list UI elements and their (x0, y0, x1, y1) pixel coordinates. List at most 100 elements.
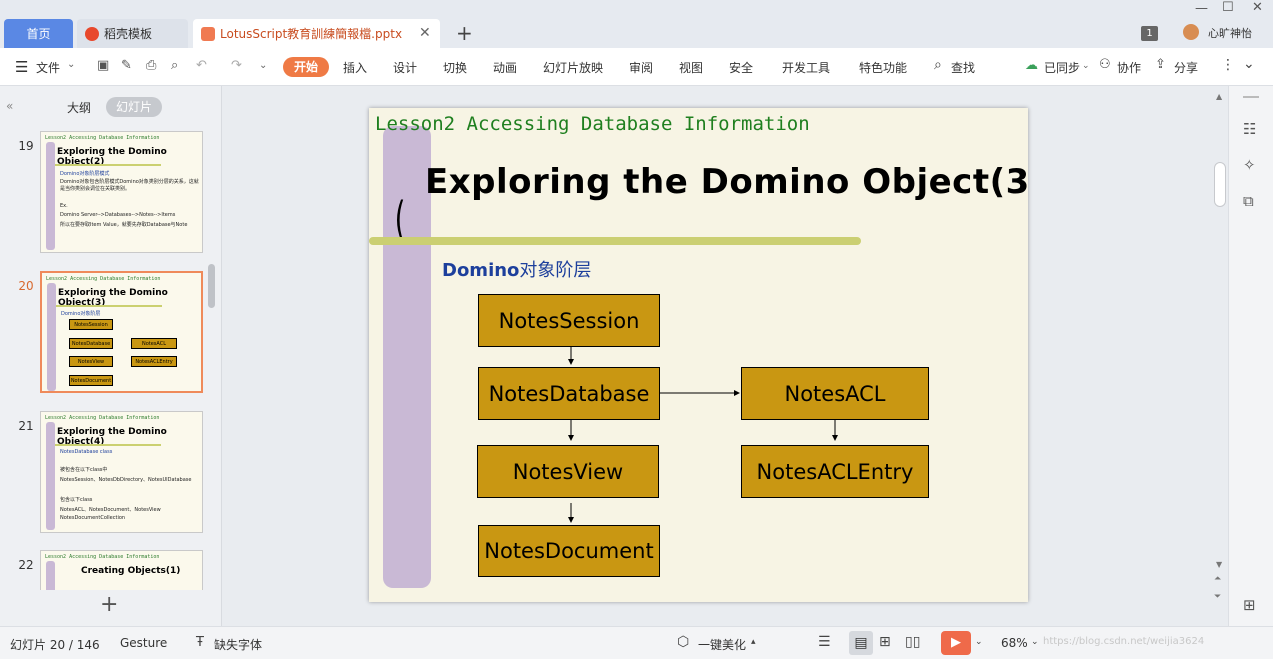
zoom-level[interactable]: 68% (1001, 636, 1028, 650)
format-painter-icon[interactable]: ✎ (121, 58, 132, 73)
thumb-number: 22 (18, 558, 34, 572)
gesture-button[interactable]: Gesture (120, 636, 167, 650)
right-toolbar: ☷ ✧ ⧉ ⊞ (1228, 86, 1273, 626)
thumb-text: 被包含在以下class中 (60, 467, 108, 473)
close-window-icon[interactable]: ✕ (1252, 0, 1263, 15)
collab-button[interactable]: 协作 (1117, 59, 1141, 76)
more-chevron-icon[interactable]: ⌄ (259, 60, 267, 71)
panel-scrollbar[interactable] (208, 264, 215, 308)
apps-grid-icon[interactable]: ⊞ (1243, 596, 1256, 614)
copy-icon[interactable]: ⧉ (1243, 192, 1254, 210)
file-menu[interactable]: 文件 (36, 59, 60, 76)
tab-view[interactable]: 视图 (679, 59, 703, 76)
window-count-badge[interactable]: 1 (1141, 26, 1158, 41)
tab-security[interactable]: 安全 (729, 59, 753, 76)
box-notes-acl: NotesACL (741, 367, 929, 420)
search-icon[interactable]: ⌕ (934, 57, 942, 73)
thumb-lesson: Lesson2 Accessing Database Information (45, 554, 160, 560)
play-chevron-icon[interactable]: ⌄ (975, 637, 983, 647)
sync-status[interactable]: 已同步 (1044, 59, 1080, 76)
slide-thumbnail-19[interactable]: Lesson2 Accessing Database Information E… (40, 131, 203, 253)
beautify-button[interactable]: 一键美化 (698, 636, 746, 653)
slide-thumbnail-21[interactable]: Lesson2 Accessing Database Information E… (40, 411, 203, 533)
tab-review[interactable]: 审阅 (629, 59, 653, 76)
outline-tab[interactable]: 大纲 (67, 99, 91, 116)
minimize-icon[interactable]: — (1195, 1, 1208, 16)
scroll-down-icon[interactable]: ▼ (1216, 560, 1222, 569)
zoom-chevron-icon[interactable]: ⌄ (1031, 637, 1039, 647)
search-button[interactable]: 查找 (951, 59, 975, 76)
reading-view-icon[interactable]: ▯▯ (905, 634, 920, 650)
tab-document[interactable]: LotusScript教育訓練簡報檔.pptx ✕ (193, 19, 440, 48)
normal-view-icon[interactable]: ▤ (849, 631, 873, 655)
thumb-lesson: Lesson2 Accessing Database Information (45, 135, 160, 141)
slide-counter: 幻灯片 20 / 146 (10, 638, 100, 652)
current-slide[interactable]: Lesson2 Accessing Database Information (… (369, 108, 1028, 602)
title-bar: 首页 稻壳模板 LotusScript教育訓練簡報檔.pptx ✕ + 1 心旷… (0, 0, 1273, 48)
box-notes-document: NotesDocument (478, 525, 660, 577)
save-icon[interactable]: ▣ (97, 58, 109, 73)
tab-transition[interactable]: 切换 (443, 59, 467, 76)
canvas-scrollbar[interactable] (1214, 162, 1226, 207)
tab-start[interactable]: 开始 (283, 57, 329, 77)
slide-thumbnail-22[interactable]: Lesson2 Accessing Database Information C… (40, 550, 203, 590)
add-slide-icon[interactable]: + (100, 592, 118, 617)
thumb-stripe (47, 283, 56, 391)
box-notes-database: NotesDatabase (478, 367, 660, 420)
undo-icon[interactable]: ↶ (196, 58, 207, 73)
properties-icon[interactable]: ☷ (1243, 120, 1256, 138)
beautify-icon: ⬡ (677, 634, 690, 650)
print-icon[interactable]: ⎙ (146, 58, 156, 73)
close-tab-icon[interactable]: ✕ (419, 25, 431, 41)
thumb-text: NotesDocumentCollection (60, 515, 126, 521)
box-notes-view: NotesView (477, 445, 659, 498)
more-icon[interactable]: ⋮ (1221, 57, 1235, 73)
user-name[interactable]: 心旷神怡 (1208, 25, 1252, 41)
missing-font-button[interactable]: 缺失字体 (214, 636, 262, 653)
maximize-icon[interactable]: ☐ (1222, 0, 1234, 15)
redo-icon[interactable]: ↷ (231, 58, 242, 73)
chevron-down-icon[interactable]: ⌄ (67, 59, 75, 70)
thumb-line (55, 444, 161, 446)
new-tab-icon[interactable]: + (456, 21, 473, 45)
watermark-text: https://blog.csdn.net/weijia3624 (1043, 636, 1205, 647)
tab-home[interactable]: 首页 (4, 19, 73, 48)
tab-design[interactable]: 设计 (393, 59, 417, 76)
print-preview-icon[interactable]: ⌕ (171, 58, 178, 73)
tab-features[interactable]: 特色功能 (859, 59, 907, 76)
slide-thumbnail-20[interactable]: Lesson2 Accessing Database Information E… (40, 271, 203, 393)
tab-slideshow[interactable]: 幻灯片放映 (543, 59, 603, 76)
share-icon: ⇪ (1155, 57, 1166, 72)
pptx-icon (201, 26, 215, 41)
thumb-subtitle: Domino对象阶层 (61, 311, 101, 317)
thumb-text: 包含以下class (60, 497, 93, 503)
slides-tab[interactable]: 幻灯片 (106, 97, 162, 117)
next-slide-icon[interactable]: ⏷ (1214, 592, 1221, 602)
sync-chevron-icon[interactable]: ⌄ (1082, 61, 1090, 71)
avatar[interactable] (1183, 24, 1199, 40)
play-slideshow-button[interactable]: ▶ (941, 631, 971, 655)
tab-home-label: 首页 (26, 27, 51, 41)
scroll-up-icon[interactable]: ▲ (1216, 92, 1222, 101)
thumb-text: 所以在要存取Item Value，就要先存取Database与Note (60, 222, 188, 228)
tab-developer[interactable]: 开发工具 (782, 59, 830, 76)
menu-bar: ☰ 文件 ⌄ ▣ ✎ ⎙ ⌕ ↶ ↷ ⌄ 开始 插入 设计 切换 动画 幻灯片放… (0, 48, 1273, 86)
thumb-box: NotesACLEntry (131, 356, 177, 367)
collapse-ribbon-icon[interactable]: ⌄ (1243, 56, 1255, 72)
hamburger-icon[interactable]: ☰ (15, 58, 28, 76)
beautify-chevron-icon[interactable]: ▴ (751, 637, 756, 647)
prev-slide-icon[interactable]: ⏶ (1214, 574, 1221, 584)
thumb-number: 21 (18, 419, 34, 433)
notes-icon[interactable]: ☰ (818, 634, 831, 650)
animation-icon[interactable]: ✧ (1243, 156, 1256, 174)
thumb-number: 20 (18, 279, 34, 293)
cloud-sync-icon: ☁ (1025, 58, 1038, 73)
tab-insert[interactable]: 插入 (343, 59, 367, 76)
tab-template[interactable]: 稻壳模板 (77, 19, 188, 48)
share-button[interactable]: 分享 (1174, 59, 1198, 76)
collapse-panel-icon[interactable]: « (6, 99, 13, 113)
font-icon: Ŧ (196, 635, 204, 650)
sorter-view-icon[interactable]: ⊞ (879, 634, 891, 650)
thumb-text: Ex. (60, 203, 68, 209)
tab-animation[interactable]: 动画 (493, 59, 517, 76)
